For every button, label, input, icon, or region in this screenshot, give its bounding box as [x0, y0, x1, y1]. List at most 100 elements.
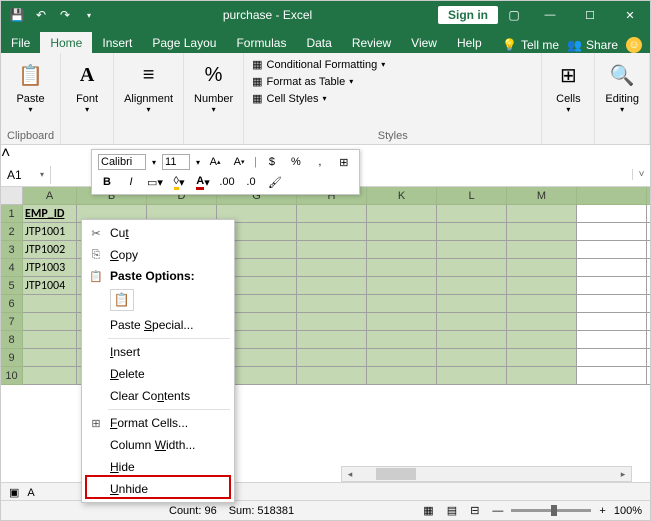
cell[interactable]: [577, 241, 647, 259]
ribbon-display-options-icon[interactable]: ▢: [506, 7, 522, 23]
tab-file[interactable]: File: [1, 32, 40, 53]
menu-format-cells[interactable]: ⊞Format Cells...: [82, 412, 234, 434]
cell[interactable]: [437, 223, 507, 241]
row-header[interactable]: 10: [1, 367, 23, 385]
menu-insert[interactable]: Insert: [82, 341, 234, 363]
cell[interactable]: [437, 241, 507, 259]
mini-fontsize-input[interactable]: [162, 154, 190, 170]
menu-hide[interactable]: Hide: [82, 456, 234, 478]
column-header[interactable]: A: [23, 187, 77, 205]
cell[interactable]: [647, 205, 650, 223]
menu-clear-contents[interactable]: Clear Contents: [82, 385, 234, 407]
cell[interactable]: [647, 241, 650, 259]
tab-data[interactable]: Data: [296, 32, 341, 53]
row-header[interactable]: 1: [1, 205, 23, 223]
column-header[interactable]: [647, 187, 650, 205]
cell[interactable]: [507, 205, 577, 223]
row-header[interactable]: 4: [1, 259, 23, 277]
bold-button[interactable]: B: [98, 173, 116, 191]
cell[interactable]: [297, 241, 367, 259]
mini-font-input[interactable]: [98, 154, 146, 170]
page-break-view-icon[interactable]: ⊟: [465, 504, 484, 518]
redo-icon[interactable]: ↷: [57, 7, 73, 23]
alignment-button[interactable]: ≡ Alignment ▾: [120, 57, 177, 116]
signin-button[interactable]: Sign in: [438, 6, 498, 24]
save-icon[interactable]: 💾: [9, 7, 25, 23]
menu-cut[interactable]: ✂Cut: [82, 222, 234, 244]
paste-button[interactable]: 📋 Paste ▾: [7, 57, 54, 116]
minimize-button[interactable]: ―: [530, 1, 570, 29]
cell[interactable]: [437, 259, 507, 277]
zoom-slider[interactable]: [511, 509, 591, 512]
cell[interactable]: [647, 277, 650, 295]
menu-column-width[interactable]: Column Width...: [82, 434, 234, 456]
italic-button[interactable]: I: [122, 173, 140, 191]
cell[interactable]: [577, 259, 647, 277]
collapse-ribbon-icon[interactable]: ˄: [1, 145, 10, 162]
zoom-out-icon[interactable]: ―: [492, 505, 503, 517]
cell[interactable]: [577, 205, 647, 223]
cell[interactable]: [437, 205, 507, 223]
cell[interactable]: [577, 277, 647, 295]
tab-view[interactable]: View: [401, 32, 447, 53]
cell[interactable]: [367, 259, 437, 277]
accounting-format-icon[interactable]: $: [263, 153, 281, 171]
share-button[interactable]: 👥Share: [567, 38, 618, 52]
scroll-thumb[interactable]: [376, 468, 416, 480]
cell[interactable]: [367, 205, 437, 223]
conditional-formatting-button[interactable]: ▦Conditional Formatting▾: [250, 57, 535, 72]
qat-customize-icon[interactable]: ▾: [81, 7, 97, 23]
increase-font-icon[interactable]: A▴: [206, 153, 224, 171]
border-dropdown-icon[interactable]: ▭▾: [146, 173, 164, 191]
close-button[interactable]: ✕: [610, 1, 650, 29]
cell[interactable]: JTP1004: [23, 277, 77, 295]
tab-help[interactable]: Help: [447, 32, 492, 53]
format-as-table-button[interactable]: ▦Format as Table▾: [250, 74, 535, 89]
menu-delete[interactable]: Delete: [82, 363, 234, 385]
format-painter-icon[interactable]: 🖌: [266, 173, 284, 191]
paste-option-default[interactable]: 📋: [110, 289, 134, 311]
cell[interactable]: JTP1001: [23, 223, 77, 241]
row-header[interactable]: 8: [1, 331, 23, 349]
normal-view-icon[interactable]: ▦: [418, 504, 438, 518]
cell[interactable]: [297, 205, 367, 223]
row-header[interactable]: 6: [1, 295, 23, 313]
percent-format-icon[interactable]: %: [287, 153, 305, 171]
row-header[interactable]: 3: [1, 241, 23, 259]
name-box[interactable]: A1▾: [1, 166, 51, 184]
sheet-tab-label[interactable]: A: [27, 487, 34, 499]
cell[interactable]: [507, 241, 577, 259]
tab-formulas[interactable]: Formulas: [226, 32, 296, 53]
select-all-triangle[interactable]: [1, 187, 23, 205]
row-header[interactable]: 5: [1, 277, 23, 295]
page-layout-view-icon[interactable]: ▤: [442, 504, 462, 518]
number-button[interactable]: % Number ▾: [190, 57, 237, 116]
menu-unhide[interactable]: Unhide: [82, 478, 234, 500]
column-header[interactable]: M: [507, 187, 577, 205]
decrease-decimal-icon[interactable]: .00: [218, 173, 236, 191]
cell[interactable]: [577, 223, 647, 241]
cell[interactable]: [367, 241, 437, 259]
maximize-button[interactable]: ☐: [570, 1, 610, 29]
cell[interactable]: [647, 259, 650, 277]
menu-copy[interactable]: ⎘Copy: [82, 244, 234, 266]
column-header[interactable]: [577, 187, 647, 205]
tab-page-layout[interactable]: Page Layou: [142, 32, 226, 53]
cell[interactable]: [367, 223, 437, 241]
expand-formula-bar-icon[interactable]: ˅: [632, 169, 650, 180]
cell[interactable]: JTP1002: [23, 241, 77, 259]
column-header[interactable]: K: [367, 187, 437, 205]
menu-paste-special[interactable]: Paste Special...: [82, 314, 234, 336]
decrease-font-icon[interactable]: A▾: [230, 153, 248, 171]
font-color-icon[interactable]: A▾: [194, 173, 212, 191]
row-header[interactable]: 2: [1, 223, 23, 241]
cell[interactable]: [297, 223, 367, 241]
feedback-smiley-icon[interactable]: ☺: [626, 37, 642, 53]
cell[interactable]: JTP1003: [23, 259, 77, 277]
zoom-level[interactable]: 100%: [614, 505, 642, 517]
tab-review[interactable]: Review: [342, 32, 401, 53]
scroll-right-icon[interactable]: ▸: [615, 469, 631, 480]
cell[interactable]: [507, 277, 577, 295]
scroll-left-icon[interactable]: ◂: [342, 469, 358, 480]
cell[interactable]: [647, 223, 650, 241]
